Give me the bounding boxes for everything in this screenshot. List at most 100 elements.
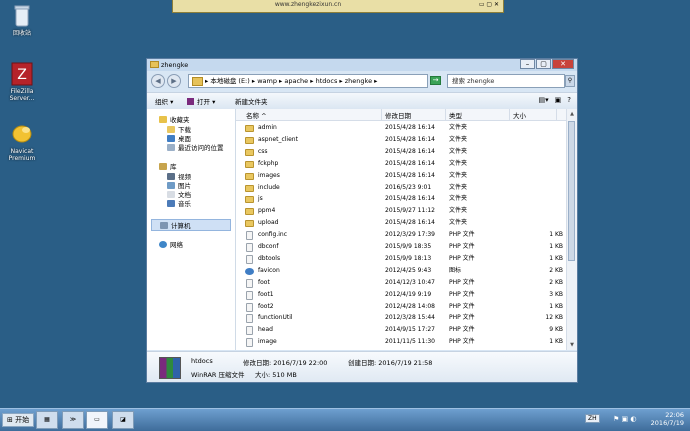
taskbar: ⊞ 开始 ▦ ≫ ▭ ◪ ZH ⚑ ▣ ◐ 22:06 2016/7/19 [0,408,690,431]
search-input[interactable]: 搜索 zhengke [447,74,565,88]
background-browser-window[interactable]: www.zhengkezixun.cn ▭ ▢ ✕ [172,0,504,13]
table-row[interactable]: foot 2014/12/3 10:47 PHP 文件 2 KB [236,277,567,289]
nav-libraries[interactable]: 库 [159,161,177,171]
cell-name: include [258,183,280,191]
table-row[interactable]: image 2011/11/5 11:30 PHP 文件 1 KB [236,336,567,348]
view-icon[interactable]: ▤▾ [539,96,549,104]
vertical-scrollbar[interactable]: ▲ ▼ [566,109,577,350]
table-row[interactable]: favicon 2012/4/25 9:43 图标 2 KB [236,265,567,277]
table-row[interactable]: ppm4 2015/9/27 11:12 文件夹 [236,205,567,217]
breadcrumb-wamp[interactable]: wamp [257,77,277,85]
table-row[interactable]: css 2015/4/28 16:14 文件夹 [236,146,567,158]
cell-date: 2012/3/28 15:44 [385,314,435,322]
cell-date: 2015/9/9 18:35 [385,243,432,250]
clock[interactable]: 22:06 2016/7/19 [651,411,684,427]
desktop-icon-recycle-bin[interactable]: 回收站 [0,4,44,37]
folder-icon [245,208,254,216]
table-row[interactable]: include 2016/5/23 9:01 文件夹 [236,182,567,194]
table-row[interactable]: functionUtil 2012/3/28 15:44 PHP 文件 12 KB [236,312,567,324]
help-icon[interactable]: ? [567,96,571,104]
background-window-controls[interactable]: ▭ ▢ ✕ [479,1,499,8]
navicat-icon [11,122,33,146]
cell-name: head [258,326,273,334]
column-header-name[interactable]: 名称 ^ [246,110,267,120]
explorer-window[interactable]: zhengke – ▢ ✕ ◀ ▶ ▸ 本地磁盘 (E:) ▸ wamp ▸ a… [146,58,578,383]
favicon-file-icon [245,267,254,275]
nav-computer[interactable]: 计算机 [151,219,231,231]
search-icon[interactable]: ⚲ [565,75,575,87]
windows-logo-icon: ⊞ [7,416,13,424]
breadcrumb-htdocs[interactable]: htdocs [316,77,338,85]
cell-type: 文件夹 [449,159,468,167]
table-row[interactable]: upload 2015/4/28 16:14 文件夹 [236,217,567,229]
php-file-icon [246,254,253,264]
table-row[interactable]: foot1 2012/4/19 9:19 PHP 文件 3 KB [236,289,567,301]
preview-pane-icon[interactable]: ▣ [555,96,562,104]
window-titlebar[interactable]: zhengke – ▢ ✕ [147,59,577,71]
forward-button[interactable]: ▶ [167,74,181,88]
details-created: 创建日期: 2016/7/19 21:58 [348,359,433,367]
table-row[interactable]: fckphp 2015/4/28 16:14 文件夹 [236,158,567,170]
table-row[interactable]: aspnet_client 2015/4/28 16:14 文件夹 [236,134,567,146]
cell-name: dbtools [258,254,281,262]
minimize-button[interactable]: – [520,59,535,69]
column-header-type[interactable]: 类型 [449,110,462,120]
table-row[interactable]: admin 2015/4/28 16:14 文件夹 [236,122,567,134]
cell-name: config.inc [258,231,288,239]
table-row[interactable]: config.inc 2012/3/29 17:39 PHP 文件 1 KB [236,229,567,241]
scroll-up-icon[interactable]: ▲ [567,109,577,119]
address-bar[interactable]: ▸ 本地磁盘 (E:) ▸ wamp ▸ apache ▸ htdocs ▸ z… [188,74,428,88]
table-row[interactable]: foot2 2012/4/28 14:08 PHP 文件 1 KB [236,301,567,313]
cell-name: foot [258,278,270,286]
cell-date: 2015/4/28 16:14 [385,135,435,143]
taskbar-powershell[interactable]: ≫ [62,411,84,429]
taskbar-app[interactable]: ◪ [112,411,134,429]
tray-icons[interactable]: ⚑ ▣ ◐ [613,415,636,423]
background-window-url: www.zhengkezixun.cn [274,1,342,8]
picture-icon [167,182,175,189]
open-button[interactable]: 打开 ▾ [187,96,215,106]
table-row[interactable]: dbconf 2015/9/9 18:35 PHP 文件 1 KB [236,241,567,253]
nav-recent[interactable]: 最近访问的位置 [167,142,224,152]
close-button[interactable]: ✕ [552,59,574,69]
breadcrumb-drive[interactable]: 本地磁盘 (E:) [210,77,249,85]
star-icon [159,116,167,123]
cell-date: 2015/4/28 16:14 [385,219,435,227]
start-button[interactable]: ⊞ 开始 [2,413,35,427]
go-arrow-icon[interactable]: → [430,76,441,85]
nav-music[interactable]: 音乐 [167,198,191,208]
nav-favorites[interactable]: 收藏夹 [159,114,190,124]
desktop-icon-navicat[interactable]: Navicat Premium [0,122,44,162]
scroll-down-icon[interactable]: ▼ [567,340,577,350]
cell-date: 2011/11/5 11:30 [385,338,435,346]
cell-type: PHP 文件 [449,314,475,322]
breadcrumb-zhengke[interactable]: zhengke [345,77,372,85]
nav-network[interactable]: 网络 [159,239,183,249]
cell-date: 2015/4/28 16:14 [385,147,435,155]
column-header-date[interactable]: 修改日期 [385,110,411,120]
table-row[interactable]: js 2015/4/28 16:14 文件夹 [236,193,567,205]
cell-type: PHP 文件 [449,290,475,298]
cell-date: 2015/4/28 16:14 [385,159,435,167]
organize-button[interactable]: 组织 ▾ [155,96,173,106]
explorer-folder-icon: ▭ [94,416,100,423]
taskbar-server-manager[interactable]: ▦ [36,411,58,429]
cell-type: 文件夹 [449,219,468,227]
taskbar-explorer[interactable]: ▭ [86,411,108,429]
table-row[interactable]: images 2015/4/28 16:14 文件夹 [236,170,567,182]
new-folder-button[interactable]: 新建文件夹 [235,96,268,106]
column-header-size[interactable]: 大小 [513,110,526,120]
table-row[interactable]: dbtools 2015/9/9 18:13 PHP 文件 1 KB [236,253,567,265]
cell-type: 文件夹 [449,207,468,215]
table-row[interactable]: head 2014/9/15 17:27 PHP 文件 9 KB [236,324,567,336]
maximize-button[interactable]: ▢ [536,59,551,69]
back-button[interactable]: ◀ [151,74,165,88]
language-indicator[interactable]: ZH [585,414,600,423]
folder-icon [245,125,254,132]
cell-date: 2012/3/29 17:39 [385,231,435,239]
breadcrumb-apache[interactable]: apache [284,77,308,85]
folder-icon [192,77,203,86]
cell-date: 2016/5/23 9:01 [385,183,432,191]
scrollbar-thumb[interactable] [568,121,575,261]
desktop-icon-filezilla[interactable]: Z FileZilla Server... [0,62,44,102]
